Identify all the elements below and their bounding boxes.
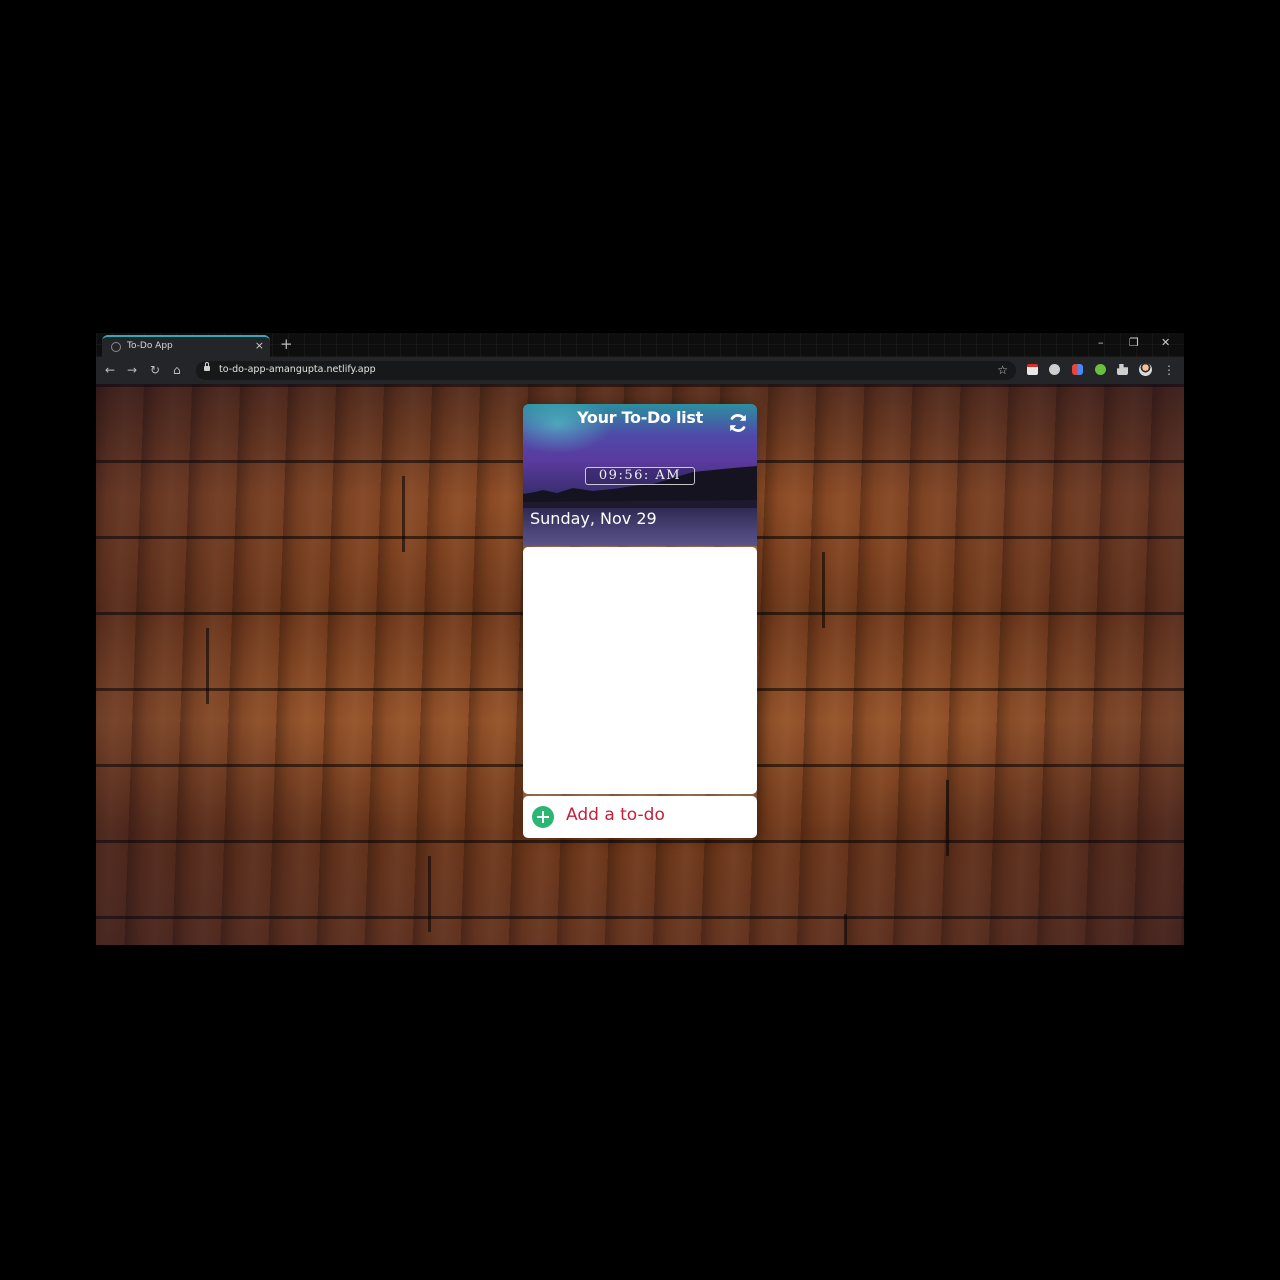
- tab-todo-app[interactable]: To-Do App ×: [102, 335, 270, 357]
- page-title: Your To-Do list: [577, 408, 703, 427]
- todo-list: [523, 547, 757, 794]
- gear-extension-icon[interactable]: [1049, 364, 1060, 375]
- tab-title: To-Do App: [127, 341, 173, 351]
- restore-button[interactable]: ❐: [1129, 336, 1139, 350]
- puzzle-extensions-icon[interactable]: [1117, 364, 1128, 375]
- add-todo-label[interactable]: Add a to-do: [566, 805, 665, 825]
- reload-button[interactable]: ↻: [150, 362, 160, 378]
- back-button[interactable]: ←: [105, 362, 115, 378]
- clock-display: 09:56: AM: [585, 467, 695, 485]
- browser-window: To-Do App × + – ❐ ✕ ← → ↻ ⌂ to-do-app-am…: [96, 333, 1184, 945]
- add-todo-button[interactable]: Add a to-do: [523, 796, 757, 838]
- green-plus-extension-icon[interactable]: [1095, 364, 1106, 375]
- page-viewport: Your To-Do list 09:56: AM Sunday, Nov 29…: [96, 384, 1184, 945]
- globe-icon: [111, 342, 121, 352]
- browser-toolbar: ← → ↻ ⌂ to-do-app-amangupta.netlify.app …: [96, 357, 1184, 384]
- date-label: Sunday, Nov 29: [530, 509, 657, 528]
- todo-card: Your To-Do list 09:56: AM Sunday, Nov 29…: [523, 404, 757, 838]
- forward-button[interactable]: →: [127, 362, 137, 378]
- bookmark-star-icon[interactable]: ☆: [997, 362, 1008, 378]
- refresh-icon[interactable]: [727, 412, 749, 434]
- tab-strip: To-Do App × + – ❐ ✕: [96, 333, 1184, 357]
- avatar[interactable]: [1139, 363, 1152, 376]
- menu-dots-icon[interactable]: ⋮: [1163, 362, 1175, 378]
- address-bar[interactable]: to-do-app-amangupta.netlify.app ☆: [196, 361, 1016, 380]
- plus-circle-icon[interactable]: [532, 806, 554, 828]
- tab-close-icon[interactable]: ×: [255, 339, 264, 353]
- color-extension-icon[interactable]: [1072, 364, 1083, 375]
- close-window-button[interactable]: ✕: [1161, 336, 1170, 350]
- new-tab-button[interactable]: +: [280, 335, 293, 353]
- todo-header: Your To-Do list 09:56: AM Sunday, Nov 29: [523, 404, 757, 546]
- minimize-button[interactable]: –: [1098, 336, 1104, 350]
- calendar-extension-icon[interactable]: [1027, 364, 1038, 375]
- url-text: to-do-app-amangupta.netlify.app: [219, 364, 376, 375]
- home-button[interactable]: ⌂: [173, 362, 181, 378]
- lock-icon[interactable]: [204, 362, 210, 371]
